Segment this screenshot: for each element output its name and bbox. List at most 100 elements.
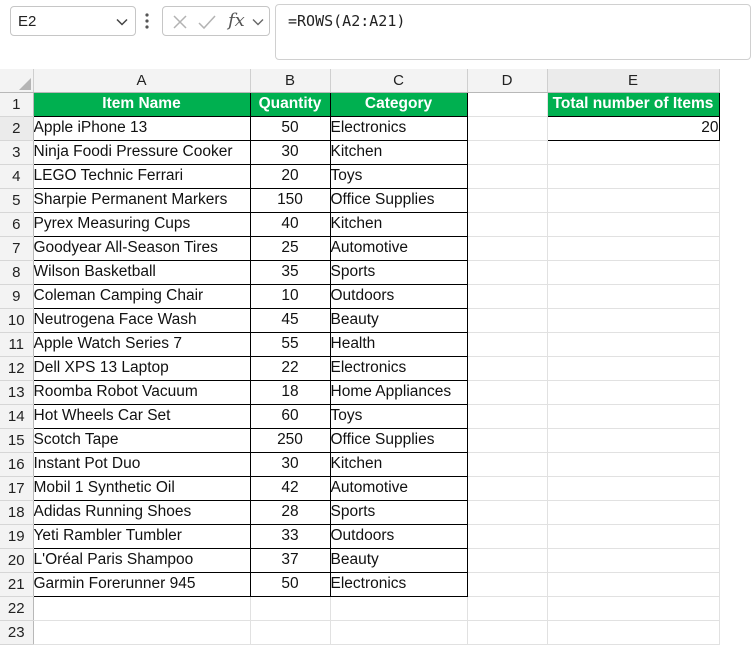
empty-cell[interactable]: [250, 596, 331, 621]
empty-cell[interactable]: [467, 356, 548, 381]
row-header[interactable]: 6: [0, 212, 34, 237]
empty-cell[interactable]: [547, 188, 720, 213]
row-header[interactable]: 19: [0, 524, 34, 549]
item-name-cell[interactable]: Garmin Forerunner 945: [32, 571, 251, 597]
empty-cell[interactable]: [547, 620, 720, 645]
empty-cell[interactable]: [467, 308, 548, 333]
empty-cell[interactable]: [547, 572, 720, 597]
category-cell[interactable]: Kitchen: [329, 211, 468, 237]
empty-cell[interactable]: [467, 380, 548, 405]
empty-cell[interactable]: [467, 500, 548, 525]
row-header[interactable]: 1: [0, 92, 34, 117]
quantity-cell[interactable]: 50: [249, 115, 331, 141]
empty-cell[interactable]: [467, 524, 548, 549]
total-items-value[interactable]: 20: [546, 115, 720, 141]
cancel-icon[interactable]: [171, 13, 189, 31]
empty-cell[interactable]: [547, 308, 720, 333]
insert-function-icon[interactable]: fx: [228, 10, 245, 31]
empty-cell[interactable]: [330, 596, 468, 621]
enter-check-icon[interactable]: [197, 13, 217, 31]
empty-cell[interactable]: [467, 620, 548, 645]
header-quantity[interactable]: Quantity: [249, 91, 331, 117]
row-header[interactable]: 16: [0, 452, 34, 477]
quantity-cell[interactable]: 50: [249, 571, 331, 597]
row-header[interactable]: 17: [0, 476, 34, 501]
empty-cell[interactable]: [467, 212, 548, 237]
category-cell[interactable]: Office Supplies: [329, 427, 468, 453]
category-cell[interactable]: Kitchen: [329, 451, 468, 477]
empty-cell[interactable]: [547, 236, 720, 261]
row-header[interactable]: 18: [0, 500, 34, 525]
item-name-cell[interactable]: Coleman Camping Chair: [32, 283, 251, 309]
item-name-cell[interactable]: Pyrex Measuring Cups: [32, 211, 251, 237]
item-name-cell[interactable]: Instant Pot Duo: [32, 451, 251, 477]
category-cell[interactable]: Electronics: [329, 571, 468, 597]
quantity-cell[interactable]: 28: [249, 499, 331, 525]
quantity-cell[interactable]: 40: [249, 211, 331, 237]
quantity-cell[interactable]: 25: [249, 235, 331, 261]
row-header[interactable]: 7: [0, 236, 34, 261]
empty-cell[interactable]: [330, 620, 468, 645]
quantity-cell[interactable]: 22: [249, 355, 331, 381]
item-name-cell[interactable]: Sharpie Permanent Markers: [32, 187, 251, 213]
row-header[interactable]: 4: [0, 164, 34, 189]
empty-cell[interactable]: [547, 596, 720, 621]
select-all-corner[interactable]: [0, 69, 34, 93]
quantity-cell[interactable]: 45: [249, 307, 331, 333]
quantity-cell[interactable]: 42: [249, 475, 331, 501]
row-header[interactable]: 12: [0, 356, 34, 381]
formula-input[interactable]: =ROWS(A2:A21): [275, 4, 751, 60]
empty-cell[interactable]: [547, 332, 720, 357]
empty-cell[interactable]: [547, 548, 720, 573]
more-options-icon[interactable]: [144, 11, 150, 31]
item-name-cell[interactable]: Roomba Robot Vacuum: [32, 379, 251, 405]
column-header-B[interactable]: B: [250, 69, 331, 93]
empty-cell[interactable]: [467, 404, 548, 429]
quantity-cell[interactable]: 60: [249, 403, 331, 429]
empty-cell[interactable]: [547, 164, 720, 189]
quantity-cell[interactable]: 35: [249, 259, 331, 285]
row-header[interactable]: 11: [0, 332, 34, 357]
category-cell[interactable]: Health: [329, 331, 468, 357]
row-header[interactable]: 2: [0, 116, 34, 141]
quantity-cell[interactable]: 30: [249, 451, 331, 477]
empty-cell[interactable]: [467, 452, 548, 477]
item-name-cell[interactable]: Apple Watch Series 7: [32, 331, 251, 357]
item-name-cell[interactable]: Ninja Foodi Pressure Cooker: [32, 139, 251, 165]
category-cell[interactable]: Beauty: [329, 547, 468, 573]
empty-cell[interactable]: [547, 260, 720, 285]
empty-cell[interactable]: [467, 332, 548, 357]
empty-cell[interactable]: [547, 404, 720, 429]
empty-cell[interactable]: [33, 620, 251, 645]
row-header[interactable]: 13: [0, 380, 34, 405]
empty-cell[interactable]: [547, 284, 720, 309]
category-cell[interactable]: Automotive: [329, 235, 468, 261]
row-header[interactable]: 14: [0, 404, 34, 429]
category-cell[interactable]: Sports: [329, 499, 468, 525]
column-header-E[interactable]: E: [547, 69, 720, 93]
row-header[interactable]: 21: [0, 572, 34, 597]
row-header[interactable]: 20: [0, 548, 34, 573]
row-header[interactable]: 5: [0, 188, 34, 213]
item-name-cell[interactable]: Yeti Rambler Tumbler: [32, 523, 251, 549]
row-header[interactable]: 9: [0, 284, 34, 309]
empty-cell[interactable]: [467, 284, 548, 309]
quantity-cell[interactable]: 30: [249, 139, 331, 165]
empty-cell[interactable]: [467, 572, 548, 597]
empty-cell[interactable]: [467, 428, 548, 453]
row-header[interactable]: 8: [0, 260, 34, 285]
quantity-cell[interactable]: 18: [249, 379, 331, 405]
chevron-down-icon[interactable]: [115, 15, 129, 29]
row-header[interactable]: 15: [0, 428, 34, 453]
empty-cell[interactable]: [547, 428, 720, 453]
column-header-C[interactable]: C: [330, 69, 468, 93]
quantity-cell[interactable]: 10: [249, 283, 331, 309]
category-cell[interactable]: Toys: [329, 163, 468, 189]
empty-cell[interactable]: [467, 596, 548, 621]
category-cell[interactable]: Toys: [329, 403, 468, 429]
quantity-cell[interactable]: 55: [249, 331, 331, 357]
category-cell[interactable]: Automotive: [329, 475, 468, 501]
empty-cell[interactable]: [547, 500, 720, 525]
category-cell[interactable]: Office Supplies: [329, 187, 468, 213]
item-name-cell[interactable]: Neutrogena Face Wash: [32, 307, 251, 333]
